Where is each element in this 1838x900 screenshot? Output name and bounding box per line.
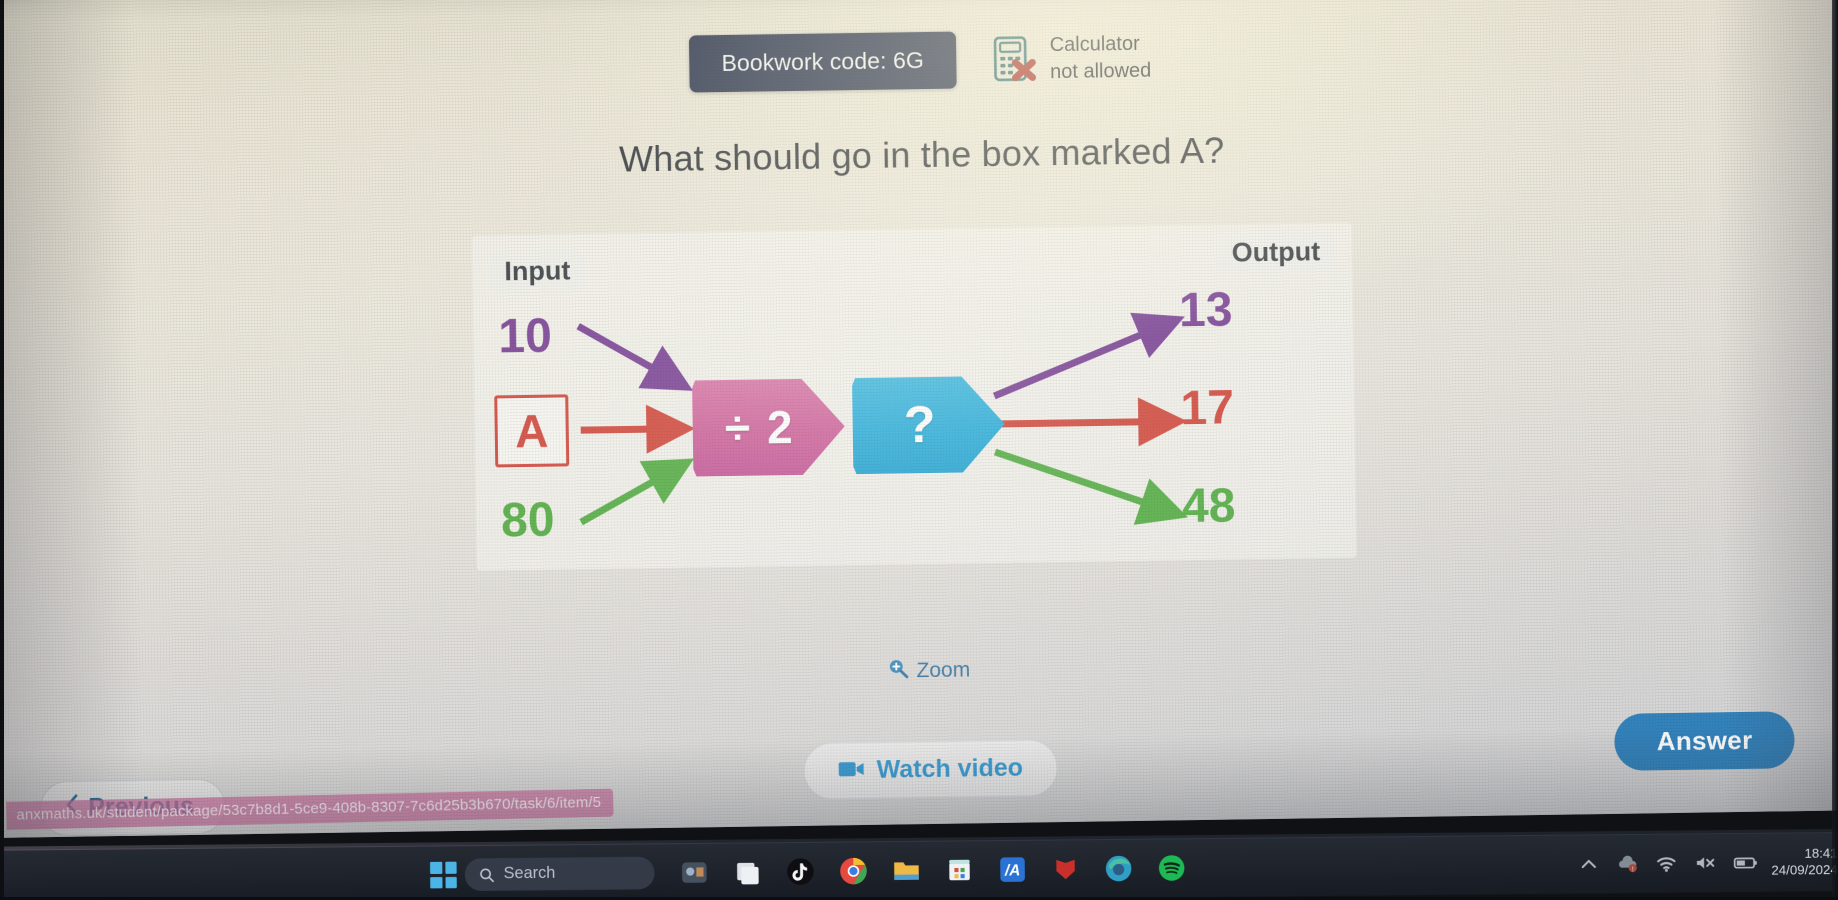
search-icon xyxy=(480,867,494,882)
wifi-icon[interactable] xyxy=(1655,853,1678,874)
microsoft-edge-icon[interactable] xyxy=(1103,853,1134,884)
video-camera-icon xyxy=(838,756,864,785)
calculator-label-line2: not allowed xyxy=(1049,59,1152,83)
calculator-not-allowed-text: Calculator not allowed xyxy=(1049,30,1152,85)
chrome-icon[interactable] xyxy=(838,856,869,887)
task-view-icon[interactable] xyxy=(732,857,763,888)
windows-start-icon[interactable] xyxy=(430,861,457,889)
calculator-not-allowed-block: Calculator not allowed xyxy=(991,30,1151,86)
bookwork-code-badge: Bookwork code: 6G xyxy=(689,31,957,93)
windows-taskbar: Search /A ! 18:41 24/09/2024 xyxy=(0,831,1838,900)
magnifier-plus-icon xyxy=(888,658,909,684)
calculator-not-allowed-icon xyxy=(992,35,1039,84)
arrow-output-48 xyxy=(993,448,1188,525)
input-value-10: 10 xyxy=(497,309,553,364)
taskbar-search-placeholder: Search xyxy=(503,864,556,883)
spotify-icon[interactable] xyxy=(1156,853,1187,884)
zoom-button[interactable]: Zoom xyxy=(10,644,1838,697)
taskbar-search-box[interactable]: Search xyxy=(464,856,655,892)
sparx-maths-icon[interactable]: /A xyxy=(997,854,1028,885)
taskbar-tray: ! 18:41 24/09/2024 xyxy=(1577,845,1838,881)
output-value-17: 17 xyxy=(1180,381,1235,436)
arrow-input-10 xyxy=(576,323,694,391)
arrow-output-13 xyxy=(992,312,1185,400)
svg-text:!: ! xyxy=(1632,865,1634,873)
input-value-80: 80 xyxy=(500,493,555,548)
laptop-screen-photo: Bookwork code: 6G Calculator not allowed… xyxy=(0,0,1838,900)
arrow-input-80 xyxy=(579,458,695,526)
clock-time: 18:41 xyxy=(1804,845,1838,861)
svg-text:/A: /A xyxy=(1004,863,1020,880)
arrow-input-a xyxy=(580,404,696,454)
onedrive-error-icon[interactable]: ! xyxy=(1616,853,1639,874)
taskbar-clock[interactable]: 18:41 24/09/2024 xyxy=(1771,845,1838,879)
watch-video-button[interactable]: Watch video xyxy=(803,739,1059,800)
taskbar-apps: /A xyxy=(679,853,1187,888)
volume-muted-icon[interactable] xyxy=(1694,853,1717,874)
question-text: What should go in the box marked A? xyxy=(618,129,1225,180)
show-hidden-icons-icon[interactable] xyxy=(1577,854,1600,875)
zoom-label: Zoom xyxy=(916,658,971,683)
input-box-a: A xyxy=(494,394,570,468)
mcafee-icon[interactable] xyxy=(1050,854,1081,885)
question-header: Bookwork code: 6G Calculator not allowed xyxy=(1,18,1838,102)
calculator-label-line1: Calculator xyxy=(1049,32,1140,56)
function-machine-diagram: Input Output 10 A 80 ÷ 2 ? 13 17 48 xyxy=(471,222,1357,571)
output-value-48: 48 xyxy=(1181,479,1236,534)
screen-surface: Bookwork code: 6G Calculator not allowed… xyxy=(0,0,1838,838)
taskbar-left-group: Search xyxy=(0,856,655,896)
battery-icon[interactable] xyxy=(1732,852,1757,873)
arrow-output-17 xyxy=(994,397,1188,447)
sparx-maths-page: Bookwork code: 6G Calculator not allowed… xyxy=(0,0,1838,837)
widgets-icon[interactable] xyxy=(679,857,710,888)
file-explorer-icon[interactable] xyxy=(891,855,922,886)
tiktok-icon[interactable] xyxy=(785,856,816,887)
watch-video-label: Watch video xyxy=(876,753,1024,784)
answer-button[interactable]: Answer xyxy=(1614,711,1795,771)
output-value-13: 13 xyxy=(1178,283,1233,338)
microsoft-store-icon[interactable] xyxy=(944,855,975,886)
clock-date: 24/09/2024 xyxy=(1771,861,1838,878)
